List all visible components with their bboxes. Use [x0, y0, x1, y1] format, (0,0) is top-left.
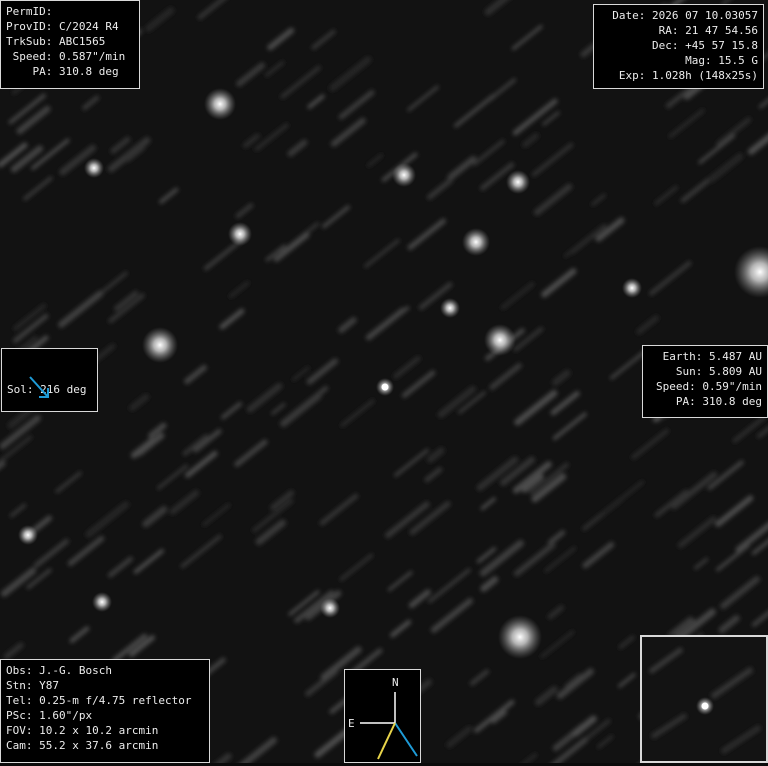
- observer-value: Y87: [39, 679, 59, 692]
- position-value: 2026 07 10.03057: [652, 9, 758, 22]
- geometry-row: Sun: 5.809 AU: [648, 364, 762, 379]
- position-label: RA:: [645, 24, 679, 37]
- observer-label: Tel:: [6, 694, 33, 707]
- observer-panel: Obs: J.-G. Bosch Stn: Y87 Tel: 0.25-m f/4.…: [0, 659, 210, 763]
- identity-value: ABC1565: [58, 35, 106, 48]
- compass-icon: N E: [348, 676, 418, 760]
- east-label: E: [348, 717, 355, 730]
- observer-value: J.-G. Bosch: [39, 664, 112, 677]
- identity-row: TrkSub: ABC1565: [6, 34, 134, 49]
- target-zoom-inset: [640, 635, 768, 763]
- position-row: Dec: +45 57 15.8: [599, 38, 758, 53]
- geometry-row: Speed: 0.59"/min: [648, 379, 762, 394]
- observer-value: 1.60"/px: [39, 709, 93, 722]
- identity-label: TrkSub:: [6, 35, 53, 48]
- observer-label: PSc:: [6, 709, 33, 722]
- identity-value: C/2024 R4: [58, 20, 119, 33]
- identity-value: 0.587"/min: [58, 50, 126, 63]
- observer-label: Obs:: [6, 664, 33, 677]
- sun-direction-arrow-icon: [29, 376, 49, 398]
- geometry-label: Sun:: [675, 365, 703, 378]
- observer-row: Stn: Y87: [6, 678, 204, 693]
- position-value: 15.5 G: [718, 54, 758, 67]
- identity-row: Speed: 0.587"/min: [6, 49, 134, 64]
- observer-row: Cam: 55.2 x 37.6 arcmin: [6, 738, 204, 753]
- solar-direction-panel: Sol: 216 deg: [1, 348, 98, 412]
- geometry-row: Earth: 5.487 AU: [648, 349, 762, 364]
- geometry-label: Speed:: [656, 380, 696, 393]
- position-row: Date: 2026 07 10.03057: [599, 8, 758, 23]
- identity-label: PA:: [6, 65, 53, 78]
- position-row: RA: 21 47 54.56: [599, 23, 758, 38]
- identity-panel: PermID: ProvID: C/2024 R4 TrkSub: ABC1565…: [0, 0, 140, 89]
- position-label: Date:: [612, 9, 646, 22]
- position-row: Mag: 15.5 G: [599, 53, 758, 68]
- position-panel: Date: 2026 07 10.03057 RA: 21 47 54.56 D…: [593, 4, 764, 89]
- identity-value: 310.8 deg: [58, 65, 119, 78]
- identity-row: PermID:: [6, 4, 134, 19]
- position-label: Exp:: [612, 69, 646, 82]
- geometry-panel: Earth: 5.487 AU Sun: 5.809 AU Speed: 0.59"…: [642, 345, 768, 418]
- geometry-label: PA:: [675, 395, 696, 408]
- motion-vector-icon: [377, 722, 396, 760]
- observer-row: Tel: 0.25-m f/4.75 reflector: [6, 693, 204, 708]
- position-label: Mag:: [678, 54, 712, 67]
- identity-label: Speed:: [6, 50, 53, 63]
- geometry-value: 5.809 AU: [709, 365, 762, 378]
- compass-rose: N E: [344, 669, 421, 763]
- position-value: +45 57 15.8: [685, 39, 758, 52]
- position-row: Exp: 1.028h (148x25s): [599, 68, 758, 83]
- identity-row: ProvID: C/2024 R4: [6, 19, 134, 34]
- sun-vector-icon: [394, 722, 418, 757]
- observer-label: FOV:: [6, 724, 33, 737]
- observer-value: 0.25-m f/4.75 reflector: [39, 694, 192, 707]
- geometry-row: PA: 310.8 deg: [648, 394, 762, 409]
- identity-label: ProvID:: [6, 20, 53, 33]
- observer-value: 10.2 x 10.2 arcmin: [39, 724, 159, 737]
- observer-label: Stn:: [6, 679, 33, 692]
- geometry-label: Earth:: [662, 350, 703, 363]
- observer-row: FOV: 10.2 x 10.2 arcmin: [6, 723, 204, 738]
- observer-row: Obs: J.-G. Bosch: [6, 663, 204, 678]
- identity-row: PA: 310.8 deg: [6, 64, 134, 79]
- geometry-value: 310.8 deg: [702, 395, 762, 408]
- geometry-value: 5.487 AU: [709, 350, 762, 363]
- observer-row: PSc: 1.60"/px: [6, 708, 204, 723]
- position-label: Dec:: [645, 39, 679, 52]
- observer-label: Cam:: [6, 739, 33, 752]
- position-value: 21 47 54.56: [685, 24, 758, 37]
- observer-value: 55.2 x 37.6 arcmin: [39, 739, 159, 752]
- geometry-value: 0.59"/min: [702, 380, 762, 393]
- identity-label: PermID:: [6, 5, 53, 18]
- north-label: N: [392, 676, 399, 689]
- position-value: 1.028h (148x25s): [652, 69, 758, 82]
